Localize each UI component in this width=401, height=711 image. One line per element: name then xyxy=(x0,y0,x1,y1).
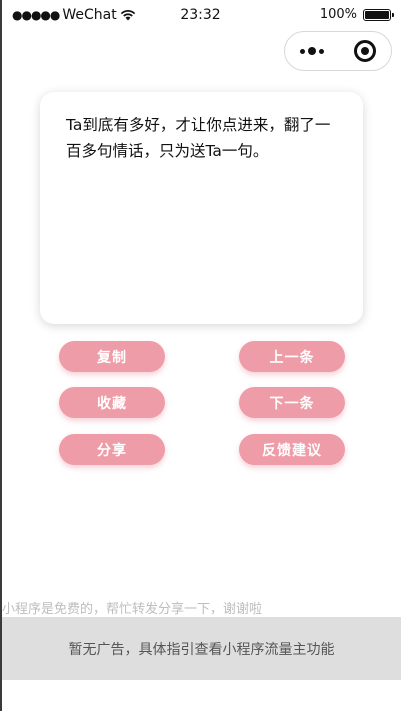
more-dots-icon[interactable] xyxy=(285,32,338,70)
status-right: 100% xyxy=(319,7,394,22)
close-circle-icon[interactable] xyxy=(338,32,391,70)
quote-card: Ta到底有多好，才让你点进来，翻了一百多句情话，只为送Ta一句。 xyxy=(40,92,363,324)
share-hint-text: 小程序是免费的，帮忙转发分享一下，谢谢啦 xyxy=(2,602,263,617)
ad-placeholder: 暂无广告，具体指引查看小程序流量主功能 xyxy=(2,617,401,680)
previous-button[interactable]: 上一条 xyxy=(239,341,345,372)
share-button[interactable]: 分享 xyxy=(59,434,165,465)
copy-button[interactable]: 复制 xyxy=(59,341,165,372)
favorite-button[interactable]: 收藏 xyxy=(59,387,165,418)
ad-placeholder-text: 暂无广告，具体指引查看小程序流量主功能 xyxy=(68,641,335,658)
status-bar: ●●●●● WeChat 23:32 100% xyxy=(0,0,401,32)
next-button[interactable]: 下一条 xyxy=(239,387,345,418)
quote-text: Ta到底有多好，才让你点进来，翻了一百多句情话，只为送Ta一句。 xyxy=(66,116,331,160)
battery-icon xyxy=(363,8,394,21)
battery-percent: 100% xyxy=(319,7,357,22)
miniprogram-capsule xyxy=(284,31,392,71)
feedback-button[interactable]: 反馈建议 xyxy=(239,434,345,465)
